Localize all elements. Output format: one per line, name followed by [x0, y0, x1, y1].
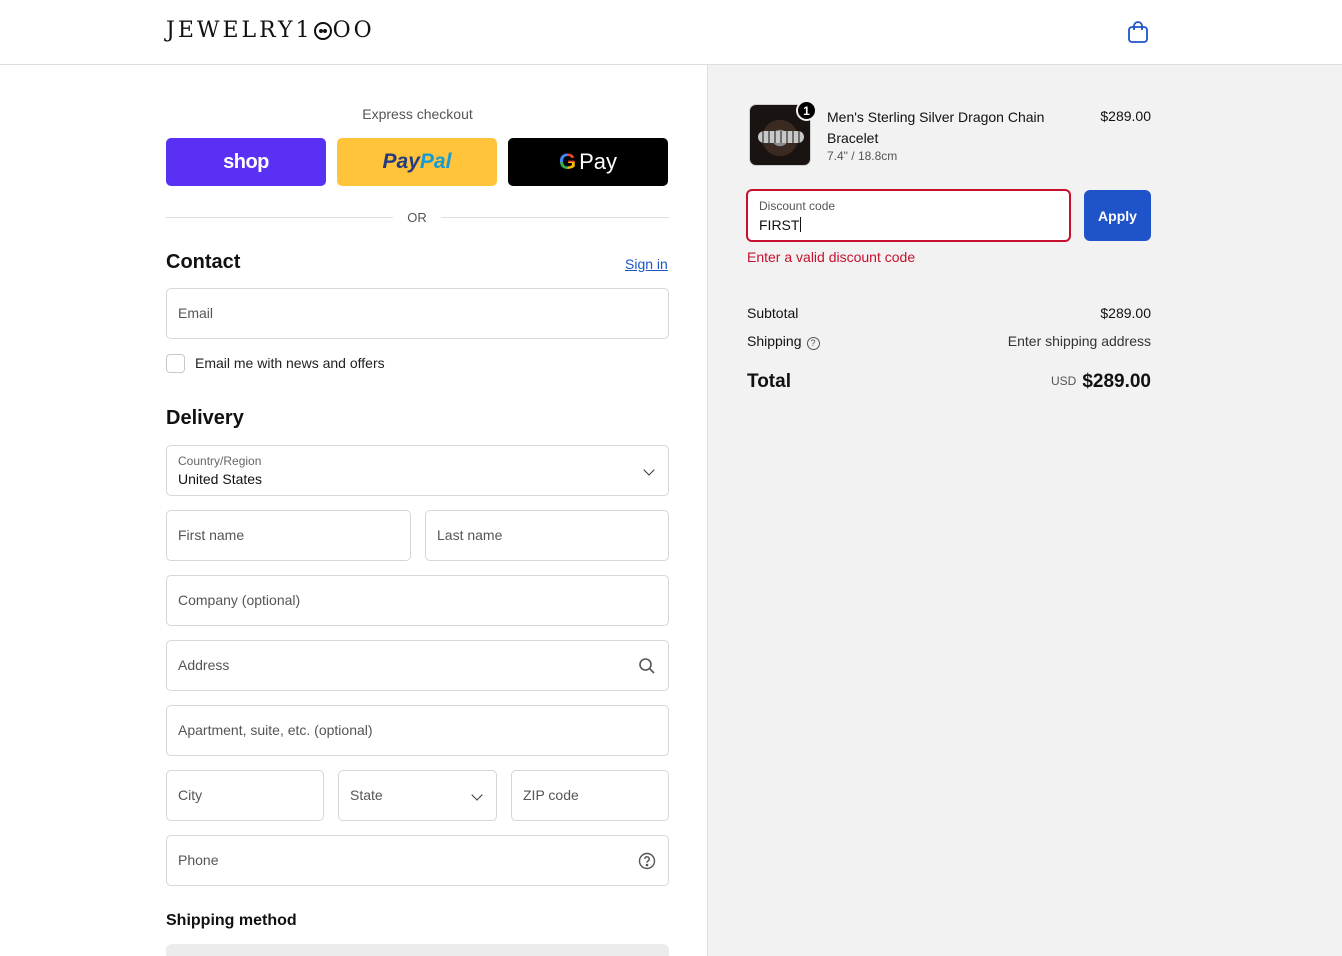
product-variant: 7.4" / 18.8cm — [827, 149, 898, 163]
country-value: United States — [178, 471, 263, 487]
google-g-icon: G — [558, 149, 577, 174]
news-offers-label[interactable]: Email me with news and offers — [195, 355, 385, 371]
apply-button[interactable]: Apply — [1084, 190, 1151, 241]
state-placeholder: State — [350, 787, 383, 803]
country-select[interactable]: Country/Region United States — [166, 445, 669, 496]
shipping-method-placeholder — [166, 944, 669, 956]
discount-label: Discount code — [759, 199, 836, 213]
divider-left — [166, 217, 393, 218]
order-summary: 1 Men's Sterling Silver Dragon Chain Bra… — [707, 65, 1342, 956]
or-separator: OR — [407, 210, 427, 225]
store-logo[interactable]: JEWELRY1 OO — [166, 18, 375, 43]
email-placeholder: Email — [178, 305, 214, 321]
checkout-form: Express checkout shop Pay Pal G Pay OR Co… — [0, 65, 707, 956]
total-row-value: USD $289.00 — [951, 371, 1151, 393]
zip-placeholder: ZIP code — [523, 787, 579, 803]
city-placeholder: City — [178, 787, 203, 803]
currency-code: USD — [1050, 374, 1077, 388]
apartment-placeholder: Apartment, suite, etc. (optional) — [178, 722, 373, 738]
google-pay-label: Pay — [579, 149, 618, 174]
city-field[interactable]: City — [166, 770, 324, 821]
shopping-bag-icon[interactable] — [1127, 20, 1149, 44]
company-field[interactable]: Company (optional) — [166, 575, 669, 626]
discount-input-value: FIRST — [759, 217, 802, 233]
first-name-field[interactable]: First name — [166, 510, 411, 561]
contact-heading: Contact — [166, 251, 241, 273]
subtotal-value: $289.00 — [1100, 305, 1151, 321]
apartment-field[interactable]: Apartment, suite, etc. (optional) — [166, 705, 669, 756]
email-field[interactable]: Email — [166, 288, 669, 339]
sign-in-link[interactable]: Sign in — [625, 256, 668, 272]
quantity-badge: 1 — [796, 100, 817, 121]
discount-code-field[interactable]: Discount code FIRST — [746, 189, 1071, 242]
shipping-method-heading: Shipping method — [166, 912, 297, 929]
company-placeholder: Company (optional) — [178, 592, 301, 608]
last-name-field[interactable]: Last name — [425, 510, 669, 561]
state-select[interactable]: State — [338, 770, 497, 821]
zip-field[interactable]: ZIP code — [511, 770, 669, 821]
divider-right — [441, 217, 669, 218]
help-circle-icon[interactable]: ? — [806, 337, 820, 350]
chevron-down-icon — [471, 789, 483, 801]
shipping-row: Shipping? — [747, 333, 820, 350]
logo-text-end: OO — [332, 18, 375, 43]
text-caret — [800, 217, 802, 232]
total-value: $289.00 — [1082, 371, 1151, 392]
paypal-label-pal: Pal — [419, 150, 452, 173]
phone-field[interactable]: Phone — [166, 835, 669, 886]
address-field[interactable]: Address — [166, 640, 669, 691]
help-circle-icon[interactable] — [638, 852, 656, 870]
search-icon[interactable] — [638, 657, 656, 675]
bracelet-image — [758, 131, 804, 143]
total-label: Total — [747, 371, 791, 392]
phone-placeholder: Phone — [178, 852, 219, 868]
news-offers-checkbox[interactable] — [166, 354, 185, 373]
shop-pay-button[interactable]: shop — [166, 138, 326, 186]
header: JEWELRY1 OO — [0, 0, 1342, 65]
express-checkout-title: Express checkout — [362, 106, 473, 122]
delivery-heading: Delivery — [166, 407, 244, 429]
country-label: Country/Region — [178, 454, 262, 468]
google-pay-button[interactable]: G Pay — [508, 138, 668, 186]
shipping-value: Enter shipping address — [1007, 333, 1151, 349]
address-placeholder: Address — [178, 657, 230, 673]
subtotal-label: Subtotal — [747, 305, 799, 321]
chevron-down-icon — [643, 464, 655, 476]
first-name-placeholder: First name — [178, 527, 245, 543]
shipping-label: Shipping — [747, 333, 802, 349]
product-name: Men's Sterling Silver Dragon Chain Brace… — [827, 109, 1045, 146]
logo-text-start: JEWELRY1 — [166, 18, 313, 43]
paypal-button[interactable]: Pay Pal — [337, 138, 497, 186]
discount-error: Enter a valid discount code — [747, 249, 916, 265]
last-name-placeholder: Last name — [437, 527, 503, 543]
skull-icon — [313, 21, 332, 40]
discount-text: FIRST — [759, 217, 800, 233]
product-price: $289.00 — [1100, 108, 1151, 124]
shop-pay-label: shop — [223, 150, 269, 173]
paypal-label-pay: Pay — [382, 150, 420, 173]
